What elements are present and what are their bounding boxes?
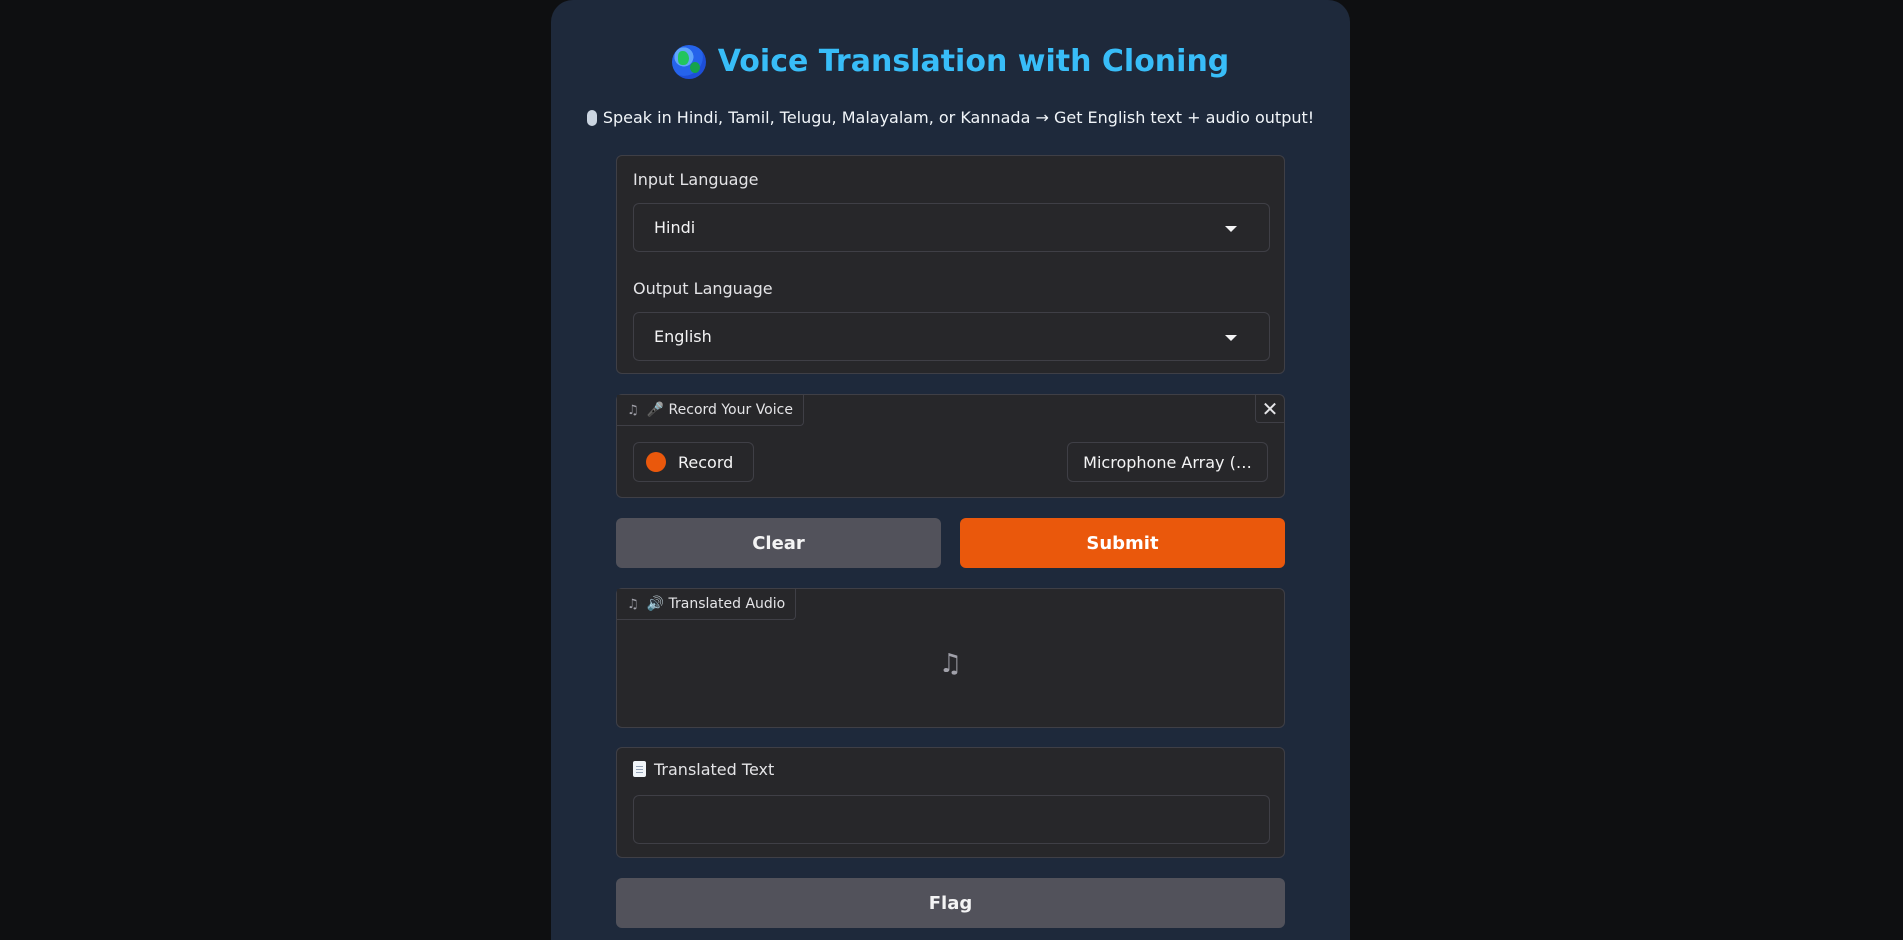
microphone-device-select[interactable]: Microphone Array (… [1067, 442, 1268, 482]
document-icon [633, 761, 646, 777]
input-language-label: Input Language [633, 170, 759, 189]
music-note-icon: ♫ [938, 649, 963, 679]
chevron-down-icon [1225, 226, 1237, 232]
translated-audio-label-text: 🔊 Translated Audio [646, 596, 786, 612]
page-subtitle: Speak in Hindi, Tamil, Telugu, Malayalam… [551, 108, 1350, 127]
page-title: Voice Translation with Cloning [551, 44, 1350, 79]
flag-button[interactable]: Flag [616, 878, 1285, 928]
chevron-down-icon [1225, 335, 1237, 341]
output-language-dropdown[interactable]: English [633, 312, 1270, 361]
record-dot-icon [646, 452, 666, 472]
app-container: Voice Translation with Cloning Speak in … [551, 0, 1350, 940]
page-subtitle-text: Speak in Hindi, Tamil, Telugu, Malayalam… [602, 108, 1315, 127]
globe-icon [671, 44, 706, 79]
record-voice-panel: ♫ 🎤 Record Your Voice ✕ Record Microphon… [616, 394, 1285, 498]
record-voice-label-text: 🎤 Record Your Voice [646, 402, 793, 418]
submit-button[interactable]: Submit [960, 518, 1285, 568]
translated-audio-panel: ♫ 🔊 Translated Audio ♫ [616, 588, 1285, 728]
output-language-value: English [654, 327, 712, 346]
microphone-icon [586, 110, 597, 126]
language-panel: Input Language Hindi Output Language Eng… [616, 155, 1285, 374]
clear-button[interactable]: Clear [616, 518, 941, 568]
input-language-dropdown[interactable]: Hindi [633, 203, 1270, 252]
record-voice-label: ♫ 🎤 Record Your Voice [617, 395, 804, 426]
music-note-icon: ♫ [627, 596, 639, 612]
translated-audio-label: ♫ 🔊 Translated Audio [617, 589, 797, 620]
music-note-icon: ♫ [627, 402, 639, 418]
record-button[interactable]: Record [633, 442, 754, 482]
record-button-label: Record [678, 452, 734, 472]
page-title-text: Voice Translation with Cloning [717, 44, 1230, 79]
output-language-label: Output Language [633, 279, 773, 298]
input-language-value: Hindi [654, 218, 696, 237]
translated-text-label-text: Translated Text [654, 760, 775, 779]
translated-text-label: Translated Text [633, 760, 774, 779]
microphone-device-label: Microphone Array (… [1083, 452, 1252, 472]
close-button[interactable]: ✕ [1255, 395, 1284, 423]
translated-text-output[interactable] [633, 795, 1270, 844]
close-icon: ✕ [1261, 396, 1279, 421]
translated-text-panel: Translated Text [616, 747, 1285, 858]
